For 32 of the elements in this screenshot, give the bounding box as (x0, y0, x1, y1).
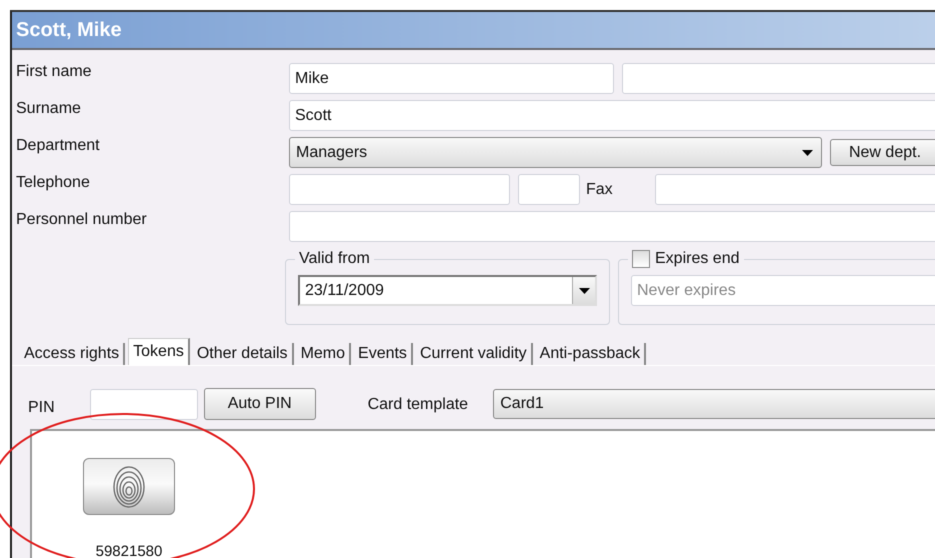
personnel-number-field[interactable] (289, 211, 935, 242)
card-template-dropdown[interactable]: Card1 (493, 389, 935, 419)
token-button[interactable] (83, 458, 175, 515)
token-number: 59821580 (96, 543, 162, 558)
new-dept-button[interactable]: New dept. (830, 139, 935, 166)
field-label: Telephone (16, 173, 91, 192)
surname-field[interactable]: Scott (289, 100, 935, 131)
window-title: Scott, Mike (12, 12, 935, 50)
tab[interactable]: Tokens (128, 338, 190, 365)
field-label: Department (16, 136, 101, 155)
caret-icon (578, 288, 590, 294)
caret-icon (802, 150, 813, 156)
date-dropdown[interactable]: 23/11/2009 (298, 275, 597, 306)
telephone-field[interactable] (289, 174, 510, 205)
field-label: First name (16, 62, 93, 81)
dropdown-button[interactable] (572, 277, 595, 304)
checkbox-label: Expires end (655, 249, 740, 269)
expiry-date-field[interactable]: Never expires (631, 275, 935, 306)
expires-checkbox[interactable] (632, 250, 650, 268)
first-name-field[interactable]: Mike (289, 63, 614, 94)
text-field[interactable] (622, 63, 935, 94)
auto-pin-button[interactable]: Auto PIN (204, 388, 316, 420)
field-label: Surname (16, 99, 82, 118)
fax-field[interactable] (655, 174, 935, 205)
card-template-label: Card template (368, 395, 470, 414)
department-dropdown[interactable]: Managers (289, 137, 822, 168)
pin-label: PIN (28, 398, 56, 417)
field-label: Personnel number (16, 210, 148, 229)
fingerprint-icon (112, 464, 146, 508)
pin-field[interactable] (90, 388, 198, 420)
field-label: Fax (586, 180, 614, 198)
extension-field[interactable] (518, 174, 580, 205)
